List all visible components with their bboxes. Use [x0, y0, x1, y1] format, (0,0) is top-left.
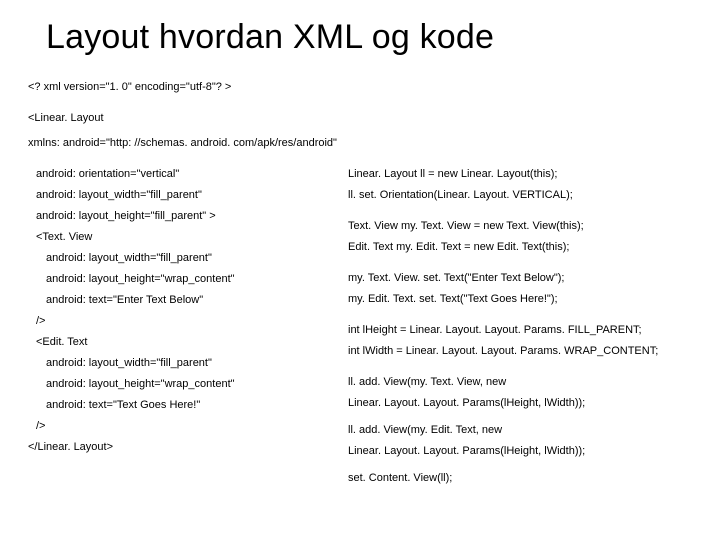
edittext-height: android: layout_height="wrap_content"	[28, 374, 328, 395]
blank	[348, 362, 668, 372]
java-settext-et: my. Edit. Text. set. Text("Text Goes Her…	[348, 289, 668, 310]
java-setcontentview: set. Content. View(ll);	[348, 468, 668, 489]
java-new-ll: Linear. Layout ll = new Linear. Layout(t…	[348, 164, 668, 185]
textview-text: android: text="Enter Text Below"	[28, 290, 328, 311]
attr-orientation: android: orientation="vertical"	[28, 164, 328, 185]
xml-head-block: <? xml version="1. 0" encoding="utf-8"? …	[28, 75, 692, 156]
linearlayout-close: </Linear. Layout>	[28, 437, 328, 458]
textview-close: />	[28, 311, 328, 332]
xml-declaration: <? xml version="1. 0" encoding="utf-8"? …	[28, 75, 692, 100]
java-lheight: int lHeight = Linear. Layout. Layout. Pa…	[348, 320, 668, 341]
textview-open: <Text. View	[28, 227, 328, 248]
java-set-orientation: ll. set. Orientation(Linear. Layout. VER…	[348, 185, 668, 206]
edittext-text: android: text="Text Goes Here!"	[28, 395, 328, 416]
slide: Layout hvordan XML og kode <? xml versio…	[0, 0, 720, 540]
blank	[348, 310, 668, 320]
java-column: Linear. Layout ll = new Linear. Layout(t…	[348, 164, 668, 489]
attr-layout-width: android: layout_width="fill_parent"	[28, 185, 328, 206]
linearlayout-open: <Linear. Layout	[28, 106, 692, 131]
attr-layout-height: android: layout_height="fill_parent" >	[28, 206, 328, 227]
java-addview-et-a: ll. add. View(my. Edit. Text, new	[348, 420, 668, 441]
blank	[348, 206, 668, 216]
textview-height: android: layout_height="wrap_content"	[28, 269, 328, 290]
xmlns-attr: xmlns: android="http: //schemas. android…	[28, 131, 692, 156]
java-settext-tv: my. Text. View. set. Text("Enter Text Be…	[348, 268, 668, 289]
java-addview-tv-a: ll. add. View(my. Text. View, new	[348, 372, 668, 393]
java-addview-tv-b: Linear. Layout. Layout. Params(lHeight, …	[348, 393, 668, 414]
columns: android: orientation="vertical" android:…	[28, 164, 692, 489]
java-addview-et-b: Linear. Layout. Layout. Params(lHeight, …	[348, 441, 668, 462]
edittext-open: <Edit. Text	[28, 332, 328, 353]
textview-width: android: layout_width="fill_parent"	[28, 248, 328, 269]
edittext-width: android: layout_width="fill_parent"	[28, 353, 328, 374]
java-new-edittext: Edit. Text my. Edit. Text = new Edit. Te…	[348, 237, 668, 258]
blank	[348, 258, 668, 268]
xml-column: android: orientation="vertical" android:…	[28, 164, 328, 489]
java-new-textview: Text. View my. Text. View = new Text. Vi…	[348, 216, 668, 237]
java-lwidth: int lWidth = Linear. Layout. Layout. Par…	[348, 341, 668, 362]
edittext-close: />	[28, 416, 328, 437]
slide-title: Layout hvordan XML og kode	[46, 18, 692, 57]
